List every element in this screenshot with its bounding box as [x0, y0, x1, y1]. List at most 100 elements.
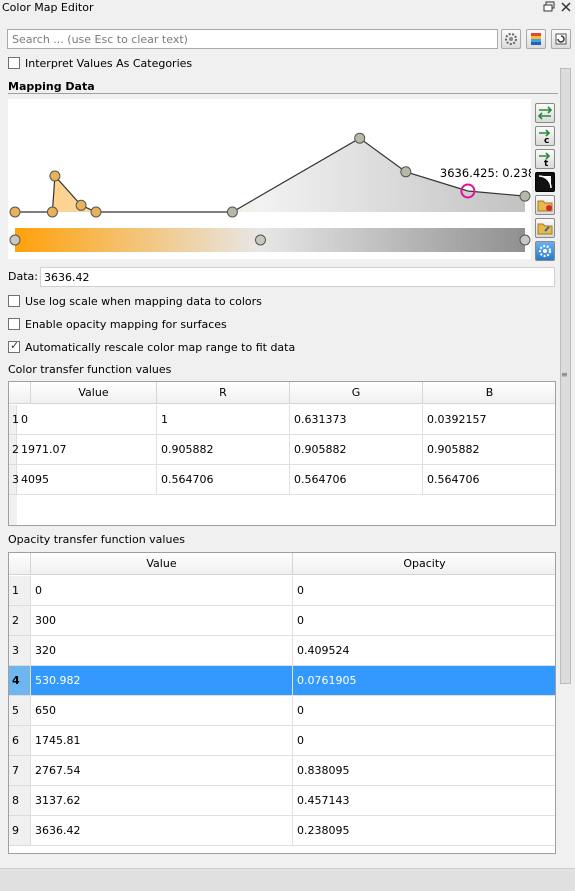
- transfer-function-editor[interactable]: 3636.425: 0.238: [8, 99, 535, 259]
- rescale-custom-icon[interactable]: c: [535, 126, 555, 146]
- color-gradient-bar[interactable]: [15, 228, 525, 252]
- r-cell[interactable]: 1: [157, 405, 290, 435]
- g-cell[interactable]: 0.631373: [290, 405, 423, 435]
- opacity-control-point[interactable]: [354, 132, 366, 144]
- corner-header[interactable]: [9, 382, 31, 404]
- value-cell[interactable]: 4095: [17, 465, 157, 495]
- row-number[interactable]: 1: [9, 405, 19, 435]
- rescale-visible-icon[interactable]: t: [535, 149, 555, 169]
- opacity-control-point[interactable]: [49, 170, 61, 182]
- value-cell[interactable]: 530.982: [31, 666, 293, 696]
- corner-header[interactable]: [9, 553, 31, 575]
- row-number[interactable]: 6: [9, 726, 31, 756]
- checkbox-box[interactable]: [8, 295, 20, 307]
- opacity-cell[interactable]: 0.838095: [293, 756, 555, 786]
- opacity-transfer-table: Value Opacity 1 0 0 2 300 0 3 320 0.409524 4 530.9…: [8, 552, 556, 854]
- row-number[interactable]: 9: [9, 816, 31, 846]
- window-title: Color Map Editor: [2, 1, 94, 14]
- opacity-cell[interactable]: 0: [293, 726, 555, 756]
- status-bar: [0, 868, 575, 891]
- advanced-settings-icon[interactable]: [535, 241, 555, 261]
- column-header-r[interactable]: R: [157, 382, 290, 404]
- row-number[interactable]: 3: [9, 636, 31, 666]
- row-number[interactable]: 7: [9, 756, 31, 786]
- opacity-control-point[interactable]: [9, 206, 21, 218]
- column-header-g[interactable]: G: [290, 382, 423, 404]
- opacity-control-point[interactable]: [519, 190, 531, 202]
- opacity-control-point[interactable]: [400, 166, 412, 178]
- opacity-mapping-checkbox[interactable]: Enable opacity mapping for surfaces: [8, 318, 227, 334]
- data-value-field[interactable]: 3636.42: [40, 267, 555, 287]
- auto-rescale-label: Automatically rescale color map range to…: [25, 341, 296, 354]
- opacity-control-point[interactable]: [226, 206, 238, 218]
- r-cell[interactable]: 0.905882: [157, 435, 290, 465]
- value-cell[interactable]: 3137.62: [31, 786, 293, 816]
- transfer-function-canvas[interactable]: 3636.425: 0.238: [8, 99, 535, 259]
- log-scale-checkbox[interactable]: Use log scale when mapping data to color…: [8, 295, 262, 311]
- choose-preset-icon[interactable]: [535, 218, 555, 238]
- auto-rescale-checkbox[interactable]: Automatically rescale color map range to…: [8, 339, 296, 357]
- section-divider: [8, 93, 558, 94]
- opacity-cell[interactable]: 0.457143: [293, 786, 555, 816]
- grip-icon: ≡: [561, 370, 568, 379]
- mapping-data-title: Mapping Data: [8, 80, 95, 93]
- row-number[interactable]: 2: [9, 435, 19, 465]
- opacity-table-label: Opacity transfer function values: [8, 533, 185, 546]
- checkbox-box[interactable]: [8, 339, 20, 353]
- interpret-categories-checkbox[interactable]: Interpret Values As Categories: [8, 57, 192, 73]
- column-header-value[interactable]: Value: [31, 553, 293, 575]
- value-cell[interactable]: 300: [31, 606, 293, 636]
- float-icon[interactable]: [542, 1, 555, 14]
- value-cell[interactable]: 1745.81: [31, 726, 293, 756]
- opacity-cell[interactable]: 0: [293, 576, 555, 606]
- row-number[interactable]: 1: [9, 576, 31, 606]
- color-control-point[interactable]: [519, 234, 531, 246]
- palette-icon[interactable]: [526, 29, 546, 49]
- value-cell[interactable]: 650: [31, 696, 293, 726]
- search-input[interactable]: Search ... (use Esc to clear text): [7, 29, 498, 49]
- save-preset-icon[interactable]: [535, 195, 555, 215]
- checkbox-box[interactable]: [8, 318, 20, 330]
- opacity-control-point[interactable]: [46, 206, 58, 218]
- column-header-value[interactable]: Value: [31, 382, 157, 404]
- color-transfer-table: Value R G B 1 0 1 0.631373 0.0392157 2 1…: [8, 381, 556, 526]
- row-number[interactable]: 3: [9, 465, 19, 495]
- opacity-cell[interactable]: 0.238095: [293, 816, 555, 846]
- b-cell[interactable]: 0.564706: [423, 465, 555, 495]
- color-control-point[interactable]: [9, 234, 21, 246]
- b-cell[interactable]: 0.905882: [423, 435, 555, 465]
- g-cell[interactable]: 0.905882: [290, 435, 423, 465]
- opacity-cell[interactable]: 0: [293, 696, 555, 726]
- opacity-cell[interactable]: 0.0761905: [293, 666, 555, 696]
- column-header-b[interactable]: B: [423, 382, 555, 404]
- invert-icon[interactable]: [535, 172, 555, 192]
- value-cell[interactable]: 0: [17, 405, 157, 435]
- value-cell[interactable]: 320: [31, 636, 293, 666]
- svg-text:c: c: [544, 136, 549, 145]
- value-cell[interactable]: 2767.54: [31, 756, 293, 786]
- vertical-scrollbar[interactable]: ≡: [559, 58, 573, 852]
- row-number[interactable]: 2: [9, 606, 31, 636]
- value-cell[interactable]: 3636.42: [31, 816, 293, 846]
- r-cell[interactable]: 0.564706: [157, 465, 290, 495]
- opacity-control-point[interactable]: [90, 206, 102, 218]
- row-number[interactable]: 5: [9, 696, 31, 726]
- row-number[interactable]: 4: [9, 666, 31, 696]
- rescale-range-icon[interactable]: [535, 103, 555, 123]
- value-cell[interactable]: 1971.07: [17, 435, 157, 465]
- opacity-cell[interactable]: 0.409524: [293, 636, 555, 666]
- opacity-cell[interactable]: 0: [293, 606, 555, 636]
- checkbox-box[interactable]: [8, 57, 20, 69]
- close-icon[interactable]: [559, 1, 572, 14]
- b-cell[interactable]: 0.0392157: [423, 405, 555, 435]
- color-control-point[interactable]: [255, 234, 266, 246]
- opacity-control-point[interactable]: [75, 199, 87, 211]
- g-cell[interactable]: 0.564706: [290, 465, 423, 495]
- row-number[interactable]: 8: [9, 786, 31, 816]
- log-scale-label: Use log scale when mapping data to color…: [25, 295, 262, 308]
- value-cell[interactable]: 0: [31, 576, 293, 606]
- row-header-filler: [9, 495, 17, 525]
- column-header-opacity[interactable]: Opacity: [293, 553, 555, 575]
- restore-icon[interactable]: [551, 29, 571, 49]
- gear-icon[interactable]: [501, 29, 521, 49]
